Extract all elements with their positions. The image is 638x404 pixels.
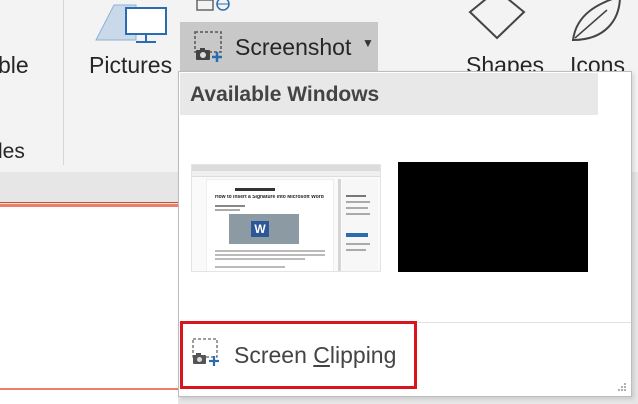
article-image: W [229, 214, 299, 244]
pictures-icon [95, 4, 167, 43]
table-button-label[interactable]: ble [0, 52, 29, 79]
browser-page: How to Insert a Signature into Microsoft… [206, 179, 334, 271]
group-separator [63, 0, 64, 165]
screen-clipping-label-part1: Screen [234, 342, 314, 368]
screen-clipping-label-part2: lipping [329, 342, 397, 368]
available-windows-header: Available Windows [180, 73, 598, 115]
pictures-label: Pictures [89, 52, 173, 78]
screen-clipping-accelerator: C [313, 342, 330, 368]
pictures-button[interactable]: Pictures [86, 0, 176, 80]
screenshot-button[interactable]: Screenshot ▼ [180, 22, 378, 72]
shapes-icon [468, 0, 526, 40]
browser-sidebar [342, 179, 378, 271]
screenshot-label: Screenshot [235, 34, 352, 60]
browser-address-bar [192, 171, 380, 177]
screen-clipping-button[interactable]: Screen Clipping [180, 321, 417, 389]
screenshot-icon [194, 31, 222, 62]
scrollbar[interactable] [338, 179, 341, 271]
icons-button[interactable]: Icons [565, 0, 638, 80]
group-label-tables: les [0, 140, 25, 163]
window-thumbnail-black[interactable] [398, 162, 588, 272]
article-title: How to Insert a Signature into Microsoft… [215, 195, 324, 200]
window-thumbnail-browser[interactable]: How to Insert a Signature into Microsoft… [191, 164, 381, 272]
slide-thumbnail[interactable] [0, 204, 178, 404]
screen-clipping-icon [192, 338, 219, 366]
resize-grip-icon[interactable] [617, 382, 627, 392]
screen-clipping-label: Screen Clipping [234, 342, 396, 369]
online-pictures-icon[interactable] [195, 0, 235, 14]
leaf-icon [571, 0, 621, 42]
shapes-button[interactable]: Shapes [462, 0, 550, 80]
chevron-down-icon: ▼ [362, 36, 374, 50]
available-windows-title: Available Windows [190, 83, 380, 106]
screenshot-dropdown: Available Windows How to Insert a Signat… [178, 71, 632, 397]
slide-border [0, 388, 178, 390]
word-logo-icon: W [251, 221, 269, 237]
slide-frame [0, 202, 178, 203]
